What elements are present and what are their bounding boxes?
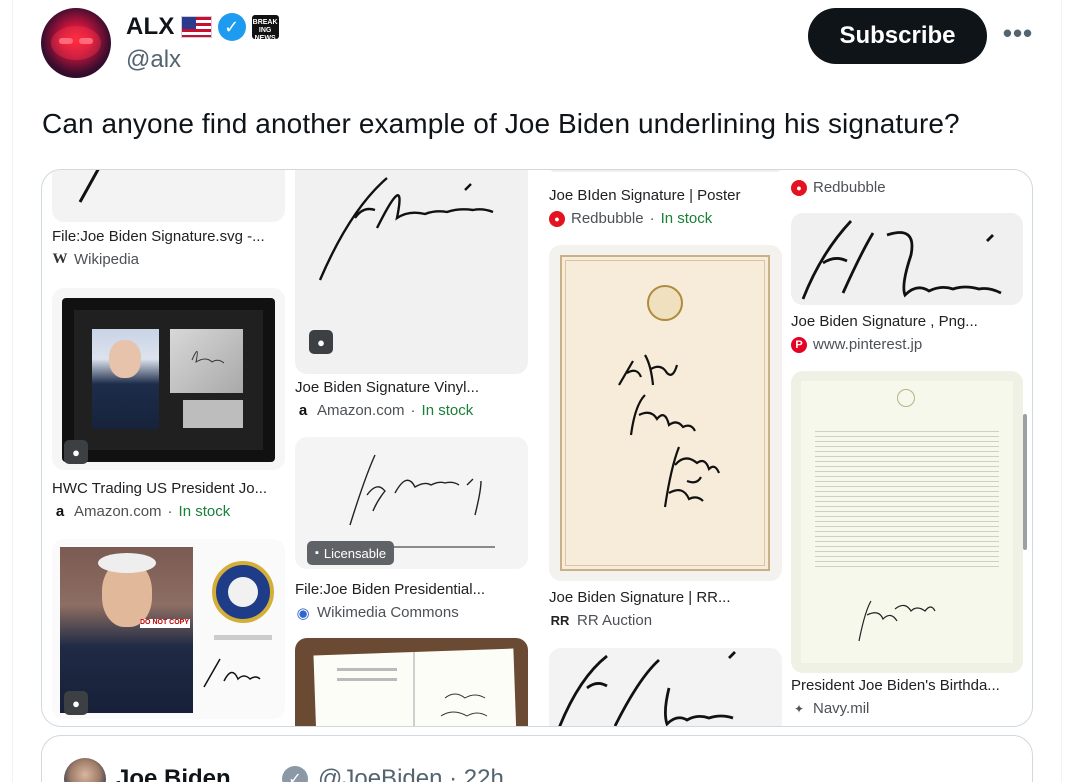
result-title[interactable]: President Joe Biden's Birthda...: [791, 677, 1000, 694]
author-name-row: ALX ✓ BREAK ING NEWS: [126, 11, 279, 43]
result-source-name: Amazon.com: [74, 503, 162, 520]
result-title[interactable]: HWC Trading US President Jo...: [52, 480, 267, 497]
more-options-icon[interactable]: •••: [998, 20, 1038, 50]
result-source-name: Redbubble: [813, 179, 886, 196]
result-title[interactable]: Joe Biden Signature | RR...: [549, 589, 731, 606]
result-source[interactable]: ✦ Navy.mil: [791, 700, 869, 717]
subscribe-button[interactable]: Subscribe: [808, 8, 987, 64]
result-thumbnail[interactable]: [791, 371, 1023, 673]
amazon-icon: a: [55, 503, 65, 520]
us-flag-icon: [180, 16, 212, 38]
quoted-display-name[interactable]: Joe Biden: [116, 765, 231, 782]
result-thumbnail[interactable]: [791, 213, 1023, 305]
result-source-name: Redbubble: [571, 210, 644, 227]
result-source-name: Wikipedia: [74, 251, 140, 268]
redbubble-icon: ●: [791, 179, 807, 196]
separator: ·: [649, 210, 655, 227]
scrollbar[interactable]: [1023, 414, 1027, 550]
result-title[interactable]: Joe BIden Signature | Poster: [549, 187, 741, 204]
rr-auction-icon: RR: [550, 613, 570, 628]
author-handle[interactable]: @alx: [126, 46, 181, 74]
navy-eagle-icon: ✦: [793, 701, 805, 716]
result-source[interactable]: ● Redbubble · In stock: [549, 210, 712, 227]
result-source-name: Amazon.com: [317, 402, 405, 419]
result-thumbnail[interactable]: [295, 638, 528, 726]
licensable-label: Licensable: [323, 545, 387, 561]
separator: ·: [167, 503, 173, 520]
redbubble-icon: ●: [549, 210, 565, 227]
shopping-tag-icon: ●: [64, 440, 88, 464]
result-thumbnail[interactable]: DO NOT COPY ●: [52, 539, 285, 719]
result-title[interactable]: Joe Biden Signature , Png...: [791, 313, 978, 330]
shopping-tag-icon: ●: [64, 691, 88, 715]
shopping-tag-icon: ●: [309, 330, 333, 354]
result-source[interactable]: RR RR Auction: [549, 612, 652, 629]
wikipedia-icon: W: [52, 251, 68, 267]
amazon-icon: a: [298, 402, 308, 419]
licensable-badge: ▪ Licensable: [307, 541, 395, 565]
result-title[interactable]: File:Joe Biden Presidential...: [295, 581, 485, 598]
result-thumbnail[interactable]: ▪ Licensable: [295, 437, 528, 569]
result-source[interactable]: a Amazon.com · In stock: [52, 503, 230, 520]
result-thumbnail[interactable]: [52, 170, 285, 222]
result-source[interactable]: P www.pinterest.jp: [791, 336, 922, 353]
quoted-avatar[interactable]: [64, 758, 106, 782]
wikimedia-icon: ◉: [296, 604, 310, 622]
result-source-name: Wikimedia Commons: [317, 604, 459, 621]
author-avatar[interactable]: [41, 8, 111, 78]
result-source[interactable]: W Wikipedia: [52, 251, 140, 268]
verified-badge-icon: ✓: [282, 766, 308, 782]
verified-badge-icon[interactable]: ✓: [217, 13, 246, 41]
in-stock-label: In stock: [178, 503, 231, 520]
result-thumbnail[interactable]: ●: [295, 170, 528, 374]
tweet-media-image[interactable]: File:Joe Biden Signature.svg -... W Wiki…: [41, 169, 1033, 727]
in-stock-label: In stock: [421, 402, 474, 419]
result-source[interactable]: ◉ Wikimedia Commons: [295, 604, 459, 622]
image-icon: ▪: [315, 547, 319, 559]
author-display-name[interactable]: ALX: [126, 13, 175, 41]
result-thumbnail[interactable]: [549, 170, 782, 172]
in-stock-label: In stock: [660, 210, 713, 227]
result-title[interactable]: File:Joe Biden Signature.svg -...: [52, 228, 265, 245]
result-source-name: www.pinterest.jp: [813, 336, 923, 353]
result-source[interactable]: a Amazon.com · In stock: [295, 402, 473, 419]
quoted-tweet[interactable]: Joe Biden ✓ @JoeBiden · 22h: [41, 735, 1033, 782]
result-source-name: RR Auction: [577, 612, 653, 629]
result-title[interactable]: Joe Biden Signature Vinyl...: [295, 379, 479, 396]
tweet-text: Can anyone find another example of Joe B…: [42, 108, 960, 139]
quoted-handle-time: @JoeBiden · 22h: [318, 765, 504, 782]
result-thumbnail[interactable]: ●: [52, 288, 285, 470]
affiliate-badge-icon[interactable]: BREAK ING NEWS: [251, 15, 279, 42]
result-thumbnail[interactable]: [549, 648, 782, 726]
result-source-name: Navy.mil: [813, 700, 870, 717]
result-thumbnail[interactable]: [549, 245, 782, 581]
pinterest-icon: P: [791, 336, 807, 353]
separator: ·: [410, 402, 416, 419]
result-source[interactable]: ● Redbubble: [791, 179, 886, 196]
